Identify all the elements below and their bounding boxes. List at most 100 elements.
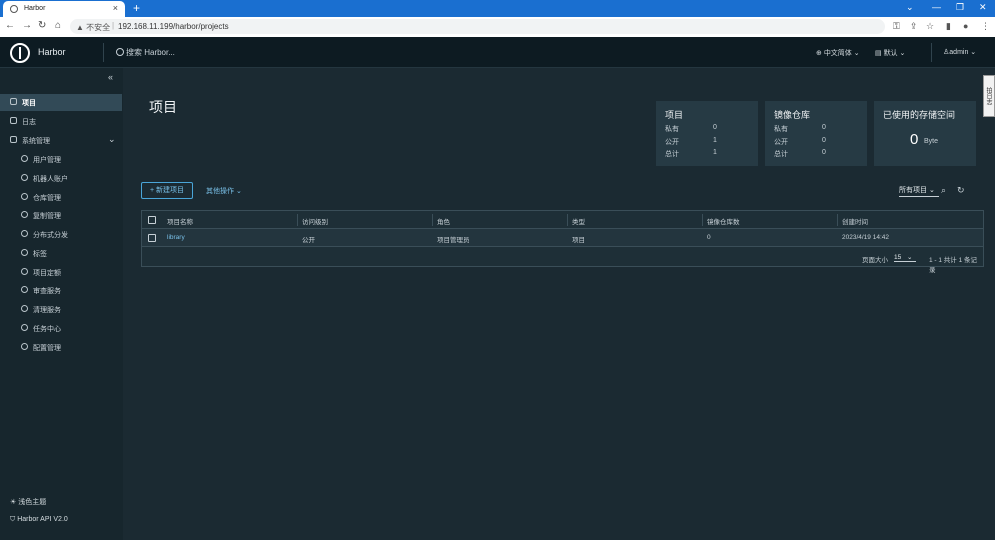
event-log-tab[interactable]: 拍日志 (983, 75, 995, 117)
sidebar-item-robot-accounts[interactable]: 机器人账户 (0, 170, 123, 187)
sidebar-item-clean-up[interactable]: 清理服务 (0, 301, 123, 318)
cell-created: 2023/4/19 14:42 (842, 234, 889, 241)
column-divider[interactable] (432, 214, 433, 226)
url-text: 192.168.11.199/harbor/projects (118, 22, 229, 31)
registry-icon (21, 193, 28, 200)
projects-icon (10, 98, 17, 105)
reload-icon[interactable]: ↻ (38, 20, 46, 31)
api-link[interactable]: ⛉ Harbor API V2.0 (10, 516, 68, 524)
column-divider[interactable] (297, 214, 298, 226)
back-icon[interactable]: ← (5, 20, 15, 31)
column-divider[interactable] (837, 214, 838, 226)
projects-summary-card: 项目 私有 0 公开 1 总计 1 (656, 101, 758, 166)
column-header-type[interactable]: 类型 (572, 216, 585, 226)
browser-tab[interactable]: Harbor × (3, 1, 125, 17)
insecure-warning[interactable]: ▲ 不安全 (76, 22, 110, 33)
shield-icon (21, 286, 28, 293)
sidebar-item-label: 标签 (33, 251, 47, 258)
cell-role: 项目管理员 (437, 237, 470, 244)
sidebar-item-distributions[interactable]: 分布式分发 (0, 226, 123, 243)
column-header-repo-count[interactable]: 镜像仓库数 (707, 216, 740, 226)
browser-tab-title: Harbor (24, 5, 46, 12)
column-divider[interactable] (567, 214, 568, 226)
select-all-checkbox[interactable] (148, 216, 156, 224)
card-row: 总计 0 (774, 149, 854, 159)
chevron-down-icon[interactable]: ⌄ (906, 2, 914, 13)
close-tab-icon[interactable]: × (113, 3, 118, 13)
sidebar-item-label: 清理服务 (33, 307, 61, 314)
new-tab-icon[interactable]: + (133, 1, 140, 15)
project-filter-select[interactable]: 所有项目 ⌄ (899, 185, 939, 197)
card-row: 总计 1 (665, 149, 745, 159)
sidebar-item-configuration[interactable]: 配置管理 (0, 339, 123, 356)
sidebar-item-labels[interactable]: 标签 (0, 245, 123, 262)
column-header-role[interactable]: 角色 (437, 216, 450, 226)
search-placeholder: 搜索 Harbor... (126, 48, 175, 57)
sidebar-item-label: 复制管理 (33, 213, 61, 220)
sidebar-item-interrogation-services[interactable]: 审查服务 (0, 282, 123, 299)
key-icon[interactable]: ⚿ (893, 21, 900, 32)
user-menu[interactable]: ♙admin ⌄ (943, 48, 976, 56)
card-row: 公开 0 (774, 137, 854, 147)
more-menu-icon[interactable]: ⋮ (981, 21, 990, 32)
sidebar-item-logs[interactable]: 日志 (0, 113, 123, 130)
column-header-name[interactable]: 项目名称 (167, 216, 193, 226)
row-checkbox[interactable] (148, 234, 156, 242)
card-row-label: 公开 (774, 139, 788, 146)
robot-icon (21, 174, 28, 181)
header-divider (931, 43, 932, 62)
card-title: 镜像仓库 (774, 110, 811, 120)
storage-summary-card: 已使用的存储空间 0 Byte (874, 101, 976, 166)
page-size-select[interactable]: 15 ⌄ (894, 253, 916, 262)
project-name-link[interactable]: library (167, 234, 185, 241)
share-icon[interactable]: ⇪ (910, 21, 918, 32)
card-title: 已使用的存储空间 (883, 110, 956, 120)
profile-icon[interactable]: ● (963, 21, 968, 31)
harbor-logo-icon[interactable] (10, 43, 30, 63)
sidebar-item-label: 配置管理 (33, 345, 61, 352)
sidebar-item-project-quotas[interactable]: 项目定额 (0, 264, 123, 281)
other-ops-label: 其他操作 (206, 188, 234, 195)
language-selector[interactable]: ⊕ 中文简体 ⌄ (816, 48, 860, 58)
other-operations-dropdown[interactable]: 其他操作 ⌄ (206, 186, 242, 196)
sidebar-item-label: 分布式分发 (33, 232, 68, 239)
table-footer: 页面大小 15 ⌄ 1 - 1 共计 1 条记录 (142, 248, 983, 274)
column-divider[interactable] (702, 214, 703, 226)
card-row-value: 1 (713, 137, 717, 144)
sidebar-item-replications[interactable]: 复制管理 (0, 207, 123, 224)
cell-repo-count: 0 (707, 234, 711, 241)
sidebar-panel-icon[interactable]: ▮ (946, 21, 951, 32)
sidebar-item-admin[interactable]: 系统管理 ⌄ (0, 132, 123, 149)
sidebar-item-users[interactable]: 用户管理 (0, 151, 123, 168)
global-search[interactable]: 搜索 Harbor... (116, 47, 175, 58)
url-field[interactable]: ▲ 不安全 | 192.168.11.199/harbor/projects (70, 19, 885, 34)
restore-icon[interactable]: ❐ (956, 2, 964, 13)
repositories-summary-card: 镜像仓库 私有 0 公开 0 总计 0 (765, 101, 867, 166)
refresh-icon[interactable]: ↻ (957, 185, 965, 196)
distribution-icon (21, 230, 28, 237)
minimize-icon[interactable]: — (932, 2, 941, 12)
sidebar-item-registries[interactable]: 仓库管理 (0, 189, 123, 206)
new-project-button[interactable]: + 新建项目 (141, 182, 193, 199)
app-name[interactable]: Harbor (38, 47, 66, 57)
card-row-value: 0 (822, 149, 826, 156)
close-window-icon[interactable]: ✕ (979, 2, 987, 13)
replication-icon (21, 211, 28, 218)
api-shield-icon: ⛉ (10, 516, 16, 523)
app-header: Harbor 搜索 Harbor... ⊕ 中文简体 ⌄ ▤ 默认 ⌄ ♙adm… (0, 37, 995, 68)
star-icon[interactable]: ☆ (926, 21, 934, 32)
theme-selector[interactable]: ▤ 默认 ⌄ (875, 48, 905, 58)
column-header-access[interactable]: 访问级别 (302, 216, 328, 226)
column-header-created[interactable]: 创建时间 (842, 216, 868, 226)
theme-toggle[interactable]: ☀ 浅色主题 (10, 497, 46, 507)
chevron-up-icon[interactable]: ⌄ (108, 134, 116, 145)
search-icon[interactable]: ⌕ (941, 185, 946, 196)
sidebar-item-job-service[interactable]: 任务中心 (0, 320, 123, 337)
card-row: 私有 0 (665, 124, 745, 134)
home-icon[interactable]: ⌂ (55, 20, 61, 31)
chevron-down-icon: ⌄ (907, 254, 913, 261)
collapse-sidebar-icon[interactable]: « (108, 72, 113, 82)
forward-icon[interactable]: → (22, 20, 32, 31)
sidebar-item-projects[interactable]: 项目 (0, 94, 122, 111)
card-title: 项目 (665, 110, 684, 120)
